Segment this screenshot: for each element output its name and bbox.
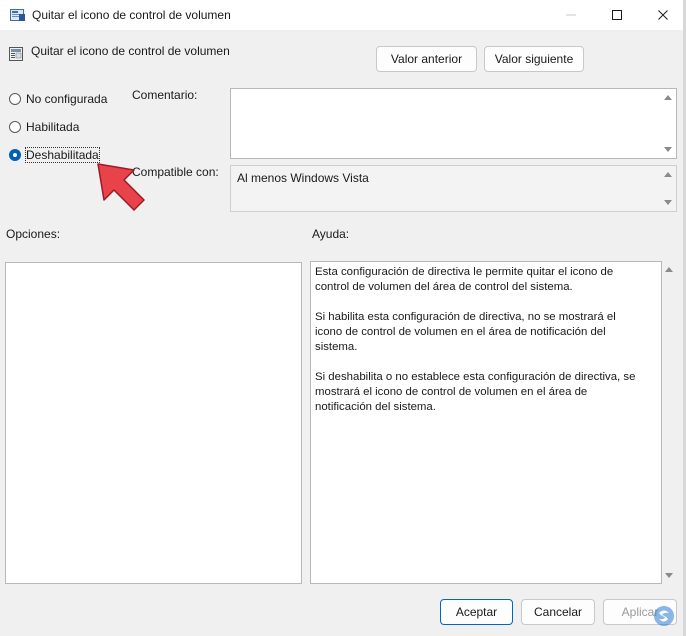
radio-button[interactable]	[9, 93, 21, 105]
scroll-down-icon[interactable]	[664, 200, 672, 205]
maximize-button[interactable]	[594, 0, 640, 30]
minimize-button[interactable]	[548, 0, 594, 30]
help-paragraph: Si habilita esta configuración de direct…	[315, 311, 616, 353]
close-icon	[658, 10, 668, 20]
radio-label: Deshabilitada	[25, 147, 100, 163]
scroll-down-icon[interactable]	[664, 147, 672, 152]
scroll-up-icon[interactable]	[665, 267, 673, 272]
comment-scrollbar[interactable]	[661, 89, 676, 158]
radio-button[interactable]	[9, 149, 21, 161]
supported-field: Al menos Windows Vista	[230, 165, 677, 212]
policy-setting-icon	[8, 46, 24, 62]
help-text: Esta configuración de directiva le permi…	[315, 265, 640, 430]
comment-label: Comentario:	[132, 88, 198, 102]
scroll-up-icon[interactable]	[664, 172, 672, 177]
options-pane	[5, 262, 302, 584]
scroll-down-icon[interactable]	[665, 573, 673, 578]
maximize-icon	[612, 10, 622, 20]
close-button[interactable]	[640, 0, 686, 30]
ok-button[interactable]: Aceptar	[440, 599, 513, 625]
radio-label: Habilitada	[26, 120, 80, 134]
red-pointer-arrow	[94, 160, 150, 220]
supported-scrollbar[interactable]	[661, 166, 676, 211]
radio-enabled[interactable]: Habilitada	[9, 119, 79, 135]
supported-value: Al menos Windows Vista	[237, 171, 369, 185]
comment-textarea[interactable]	[230, 88, 677, 159]
next-setting-button[interactable]: Valor siguiente	[484, 46, 584, 72]
watermark-logo	[652, 604, 676, 628]
help-paragraph: Si deshabilita o no establece esta confi…	[315, 371, 636, 413]
help-label: Ayuda:	[312, 227, 350, 241]
help-scrollbar[interactable]	[662, 261, 677, 584]
radio-button[interactable]	[9, 121, 21, 133]
window-title: Quitar el icono de control de volumen	[32, 8, 231, 22]
cancel-button[interactable]: Cancelar	[521, 599, 595, 625]
scroll-up-icon[interactable]	[664, 95, 672, 100]
options-label: Opciones:	[6, 227, 61, 241]
radio-label: No configurada	[26, 92, 108, 106]
policy-name: Quitar el icono de control de volumen	[31, 44, 230, 58]
app-policy-icon	[10, 8, 26, 22]
help-pane: Esta configuración de directiva le permi…	[310, 261, 662, 584]
help-paragraph: Esta configuración de directiva le permi…	[315, 266, 614, 293]
radio-not-configured[interactable]: No configurada	[9, 91, 107, 107]
radio-disabled[interactable]: Deshabilitada	[9, 147, 100, 163]
previous-setting-button[interactable]: Valor anterior	[376, 46, 477, 72]
minimize-icon	[566, 14, 576, 16]
